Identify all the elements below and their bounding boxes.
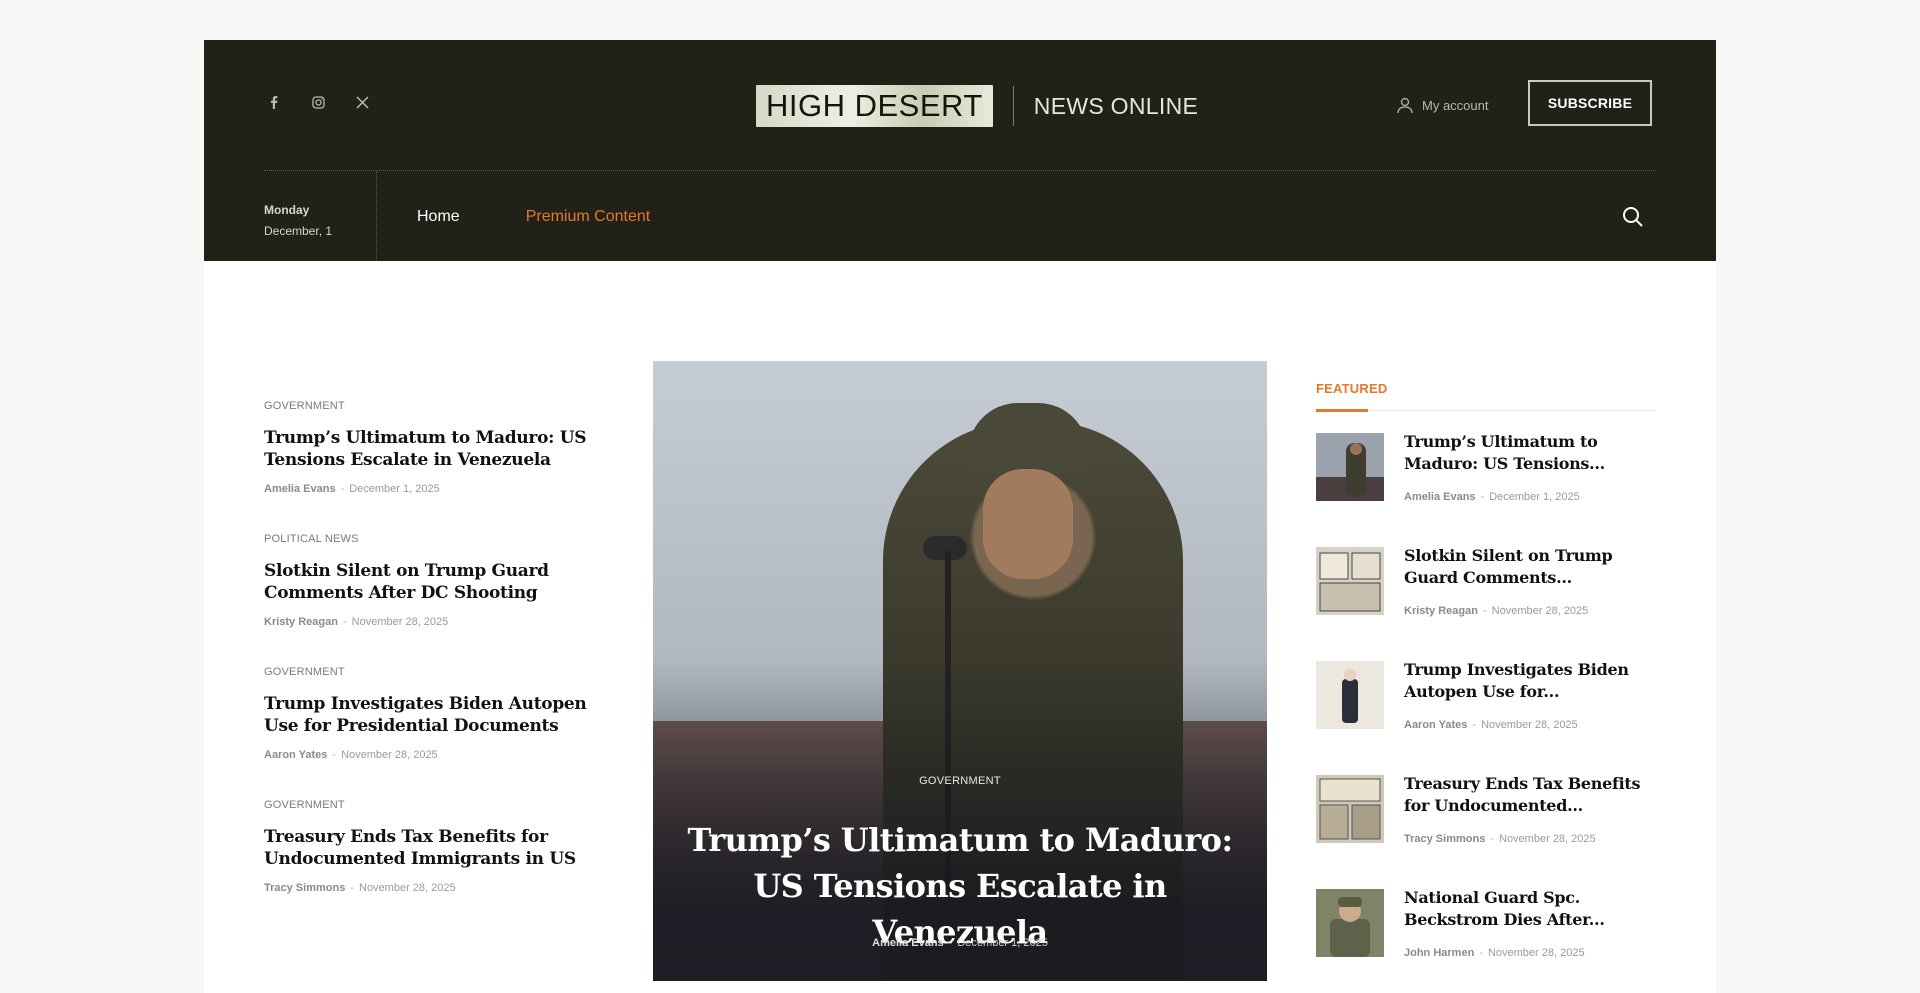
account-label: My account: [1422, 97, 1489, 113]
meta-separator: -: [350, 882, 354, 894]
main-nav: Home Premium Content: [417, 208, 650, 226]
article-date: November 28, 2025: [351, 616, 449, 628]
article-author[interactable]: Amelia Evans: [264, 483, 336, 495]
meta-separator: -: [1479, 947, 1483, 959]
article-meta: Aaron Yates - November 28, 2025: [264, 749, 609, 761]
article-date: November 28, 2025: [359, 882, 456, 894]
latest-articles-list: GOVERNMENT Trump’s Ultimatum to Maduro: …: [264, 400, 609, 894]
article-category[interactable]: POLITICAL NEWS: [264, 533, 609, 547]
hero-image-face: [983, 469, 1073, 579]
featured-item-title[interactable]: Trump Investigates Biden Autopen Use for…: [1404, 659, 1656, 703]
hero-category[interactable]: GOVERNMENT: [653, 775, 1267, 787]
meta-separator: -: [340, 483, 345, 495]
featured-item-author[interactable]: John Harmen: [1404, 947, 1474, 959]
featured-item-meta: Tracy Simmons - November 28, 2025: [1404, 833, 1596, 845]
featured-item-meta: Kristy Reagan - November 28, 2025: [1404, 605, 1588, 617]
current-date: December, 1: [264, 224, 333, 238]
hero-article[interactable]: GOVERNMENT Trump’s Ultimatum to Maduro: …: [653, 361, 1267, 981]
list-item[interactable]: GOVERNMENT Trump’s Ultimatum to Maduro: …: [264, 400, 609, 495]
article-category[interactable]: GOVERNMENT: [264, 400, 609, 414]
meta-separator: -: [342, 616, 347, 628]
featured-item-author[interactable]: Aaron Yates: [1404, 719, 1467, 731]
header-divider: [264, 170, 1656, 171]
article-author[interactable]: Aaron Yates: [264, 749, 327, 761]
meta-separator: -: [948, 937, 953, 949]
article-title[interactable]: Trump’s Ultimatum to Maduro: US Tensions…: [264, 427, 609, 471]
featured-item-meta: Amelia Evans - December 1, 2025: [1404, 491, 1580, 503]
article-category[interactable]: GOVERNMENT: [264, 666, 609, 680]
page-container: HIGH DESERT NEWS ONLINE My account SUBSC…: [204, 40, 1716, 993]
featured-item[interactable]: Trump’s Ultimatum to Maduro: US Tensions…: [1316, 411, 1656, 525]
site-logo[interactable]: HIGH DESERT NEWS ONLINE: [756, 84, 1198, 128]
hero-date: December 1, 2025: [957, 937, 1048, 949]
featured-item[interactable]: Slotkin Silent on Trump Guard Comments..…: [1316, 525, 1656, 639]
meta-separator: -: [332, 749, 337, 761]
date-block: Monday December, 1: [264, 171, 377, 261]
thumbnail-image[interactable]: [1316, 889, 1384, 957]
my-account-link[interactable]: My account: [1396, 96, 1488, 114]
logo-sub: NEWS ONLINE: [1033, 92, 1199, 119]
featured-heading: FEATURED: [1316, 380, 1656, 412]
featured-title: FEATURED: [1316, 381, 1388, 396]
featured-item-title[interactable]: Trump’s Ultimatum to Maduro: US Tensions…: [1404, 431, 1656, 475]
featured-item-date: November 28, 2025: [1491, 605, 1589, 617]
article-date: November 28, 2025: [341, 749, 438, 761]
article-date: December 1, 2025: [349, 483, 440, 495]
subscribe-button[interactable]: SUBSCRIBE: [1528, 80, 1652, 126]
article-meta: Kristy Reagan - November 28, 2025: [264, 616, 609, 628]
site-header: HIGH DESERT NEWS ONLINE My account SUBSC…: [204, 40, 1716, 261]
user-icon: [1397, 97, 1413, 114]
featured-item-date: December 1, 2025: [1489, 491, 1580, 503]
list-item[interactable]: GOVERNMENT Treasury Ends Tax Benefits fo…: [264, 799, 609, 894]
x-icon[interactable]: [352, 92, 372, 112]
featured-item-title[interactable]: National Guard Spc. Beckstrom Dies After…: [1404, 887, 1656, 931]
nav-home[interactable]: Home: [417, 208, 460, 226]
instagram-icon[interactable]: [308, 92, 328, 112]
facebook-icon[interactable]: [264, 92, 284, 112]
meta-separator: -: [1472, 719, 1477, 731]
featured-item[interactable]: Treasury Ends Tax Benefits for Undocumen…: [1316, 753, 1656, 867]
article-title[interactable]: Trump Investigates Biden Autopen Use for…: [264, 693, 609, 737]
thumbnail-image[interactable]: [1316, 661, 1384, 729]
hero-author[interactable]: Amelia Evans: [872, 937, 944, 949]
logo-main: HIGH DESERT: [756, 85, 993, 127]
nav-premium-content[interactable]: Premium Content: [526, 208, 651, 226]
featured-item[interactable]: Trump Investigates Biden Autopen Use for…: [1316, 639, 1656, 753]
hero-title[interactable]: Trump’s Ultimatum to Maduro: US Tensions…: [683, 817, 1237, 955]
logo-divider: [1012, 86, 1014, 126]
article-title[interactable]: Slotkin Silent on Trump Guard Comments A…: [264, 560, 609, 604]
article-author[interactable]: Tracy Simmons: [264, 882, 345, 894]
meta-separator: -: [1480, 491, 1485, 503]
featured-item-meta: John Harmen - November 28, 2025: [1404, 947, 1585, 959]
meta-separator: -: [1490, 833, 1494, 845]
featured-item-author[interactable]: Kristy Reagan: [1404, 605, 1478, 617]
search-icon[interactable]: [1622, 206, 1644, 228]
featured-item-date: November 28, 2025: [1487, 947, 1585, 959]
meta-separator: -: [1482, 605, 1487, 617]
thumbnail-image[interactable]: [1316, 433, 1384, 501]
social-links: [264, 92, 372, 112]
article-meta: Amelia Evans - December 1, 2025: [264, 483, 609, 495]
article-category[interactable]: GOVERNMENT: [264, 799, 609, 813]
featured-item-title[interactable]: Treasury Ends Tax Benefits for Undocumen…: [1404, 773, 1656, 817]
article-meta: Tracy Simmons - November 28, 2025: [264, 882, 609, 894]
list-item[interactable]: POLITICAL NEWS Slotkin Silent on Trump G…: [264, 533, 609, 628]
featured-item-author[interactable]: Amelia Evans: [1404, 491, 1476, 503]
featured-item-title[interactable]: Slotkin Silent on Trump Guard Comments..…: [1404, 545, 1656, 589]
article-author[interactable]: Kristy Reagan: [264, 616, 338, 628]
featured-item-date: November 28, 2025: [1481, 719, 1578, 731]
current-day: Monday: [264, 203, 310, 217]
hero-meta: Amelia Evans - December 1, 2025: [653, 937, 1267, 949]
article-title[interactable]: Treasury Ends Tax Benefits for Undocumen…: [264, 826, 609, 870]
featured-item-meta: Aaron Yates - November 28, 2025: [1404, 719, 1578, 731]
featured-sidebar: FEATURED Trump’s Ultimatum to Maduro: US…: [1316, 380, 1656, 981]
thumbnail-image[interactable]: [1316, 547, 1384, 615]
featured-item-author[interactable]: Tracy Simmons: [1404, 833, 1485, 845]
thumbnail-image[interactable]: [1316, 775, 1384, 843]
list-item[interactable]: GOVERNMENT Trump Investigates Biden Auto…: [264, 666, 609, 761]
featured-item[interactable]: National Guard Spc. Beckstrom Dies After…: [1316, 867, 1656, 981]
featured-item-date: November 28, 2025: [1499, 833, 1596, 845]
